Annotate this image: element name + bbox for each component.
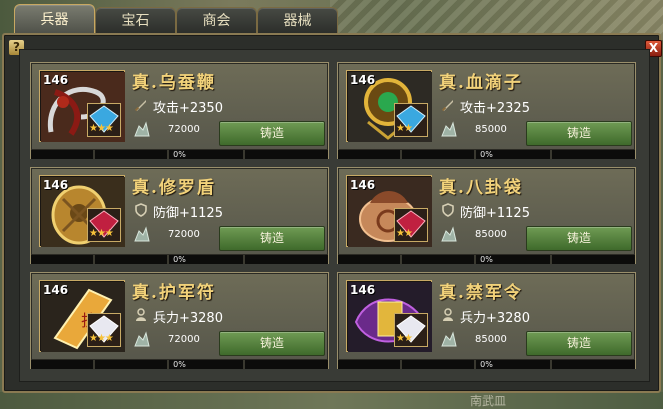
star-rating: ★★★ (89, 228, 114, 239)
map-label: 南武皿 (470, 394, 507, 408)
forge-button[interactable]: 铸造 (219, 121, 325, 146)
shield-icon (442, 203, 454, 217)
tab-weapons[interactable]: 兵器 (14, 4, 95, 35)
forge-button[interactable]: 铸造 (526, 121, 632, 146)
item-stat: 防御+1125 (153, 206, 223, 221)
item-cost: 72000 (168, 334, 200, 345)
item-cost: 85000 (475, 124, 507, 135)
item-level: 146 (43, 73, 69, 87)
star-rating: ★★★ (89, 333, 114, 344)
item-icon-frame[interactable]: 146 ★★ (346, 175, 432, 247)
item-icon-frame[interactable]: 146 ★★★ (39, 70, 125, 142)
soldier-icon (136, 308, 146, 321)
sword-icon (134, 100, 146, 112)
progress-label: 0% (173, 255, 186, 264)
gem-slot[interactable]: ★★★ (87, 208, 121, 242)
progress-label: 0% (480, 150, 493, 159)
map-background-bottom (0, 392, 663, 409)
forge-button[interactable]: 铸造 (219, 226, 325, 251)
item-level: 146 (43, 283, 69, 297)
item-icon-frame[interactable]: 护 146 ★★★ (39, 280, 125, 352)
item-level: 146 (350, 73, 376, 87)
ore-icon (441, 226, 457, 242)
gem-slot[interactable]: ★★★ (87, 313, 121, 347)
item-card: 护 146 ★★★ 真.护军符 兵力+3280 72000 铸造 0% (30, 272, 329, 369)
progress-bar: 0% (338, 254, 635, 264)
item-name: 真.修罗盾 (132, 178, 216, 198)
item-cost: 72000 (168, 124, 200, 135)
ore-icon (134, 331, 150, 347)
item-icon-frame[interactable]: 146 ★★★ (39, 175, 125, 247)
progress-bar: 0% (31, 149, 328, 159)
tab-machinery[interactable]: 器械 (257, 7, 338, 34)
item-name: 真.乌蚕鞭 (132, 73, 216, 93)
item-level: 146 (350, 283, 376, 297)
tab-guild[interactable]: 商会 (176, 7, 257, 34)
sword-icon (441, 100, 453, 112)
gem-slot[interactable]: ★★ (394, 313, 428, 347)
star-rating: ★★ (396, 123, 413, 134)
star-rating: ★★ (396, 333, 413, 344)
progress-bar: 0% (31, 359, 328, 369)
progress-bar: 0% (31, 254, 328, 264)
item-card: 146 ★★★ 真.修罗盾 防御+1125 72000 铸造 0% (30, 167, 329, 264)
item-name: 真.护军符 (132, 283, 216, 303)
star-rating: ★★ (396, 228, 413, 239)
item-icon-frame[interactable]: 146 ★★ (346, 70, 432, 142)
progress-label: 0% (480, 360, 493, 369)
ore-icon (441, 121, 457, 137)
ore-icon (441, 331, 457, 347)
tab-gems[interactable]: 宝石 (95, 7, 176, 34)
progress-bar: 0% (338, 149, 635, 159)
item-stat: 攻击+2325 (460, 101, 530, 116)
gem-slot[interactable]: ★★ (394, 208, 428, 242)
item-level: 146 (350, 178, 376, 192)
item-level: 146 (43, 178, 69, 192)
item-icon-frame[interactable]: 146 ★★ (346, 280, 432, 352)
ore-icon (134, 226, 150, 242)
item-card: 146 ★★ 真.禁军令 兵力+3280 85000 铸造 0% (337, 272, 636, 369)
progress-label: 0% (173, 150, 186, 159)
forge-button[interactable]: 铸造 (526, 226, 632, 251)
star-rating: ★★★ (89, 123, 114, 134)
forge-button[interactable]: 铸造 (526, 331, 632, 356)
soldier-icon (443, 308, 453, 321)
item-stat: 攻击+2350 (153, 101, 223, 116)
progress-label: 0% (173, 360, 186, 369)
item-name: 真.血滴子 (439, 73, 523, 93)
gem-slot[interactable]: ★★★ (87, 103, 121, 137)
item-card: 146 ★★★ 真.乌蚕鞭 攻击+2350 72000 铸造 0% (30, 62, 329, 159)
forge-button[interactable]: 铸造 (219, 331, 325, 356)
gem-slot[interactable]: ★★ (394, 103, 428, 137)
progress-label: 0% (480, 255, 493, 264)
item-stat: 防御+1125 (460, 206, 530, 221)
shield-icon (135, 203, 147, 217)
item-name: 真.禁军令 (439, 283, 523, 303)
item-cost: 85000 (475, 229, 507, 240)
item-card: 146 ★★ 真.血滴子 攻击+2325 85000 铸造 0% (337, 62, 636, 159)
item-name: 真.八卦袋 (439, 178, 523, 198)
item-cost: 85000 (475, 334, 507, 345)
progress-bar: 0% (338, 359, 635, 369)
item-stat: 兵力+3280 (460, 311, 530, 326)
item-card: 146 ★★ 真.八卦袋 防御+1125 85000 铸造 0% (337, 167, 636, 264)
item-stat: 兵力+3280 (153, 311, 223, 326)
ore-icon (134, 121, 150, 137)
item-cost: 72000 (168, 229, 200, 240)
